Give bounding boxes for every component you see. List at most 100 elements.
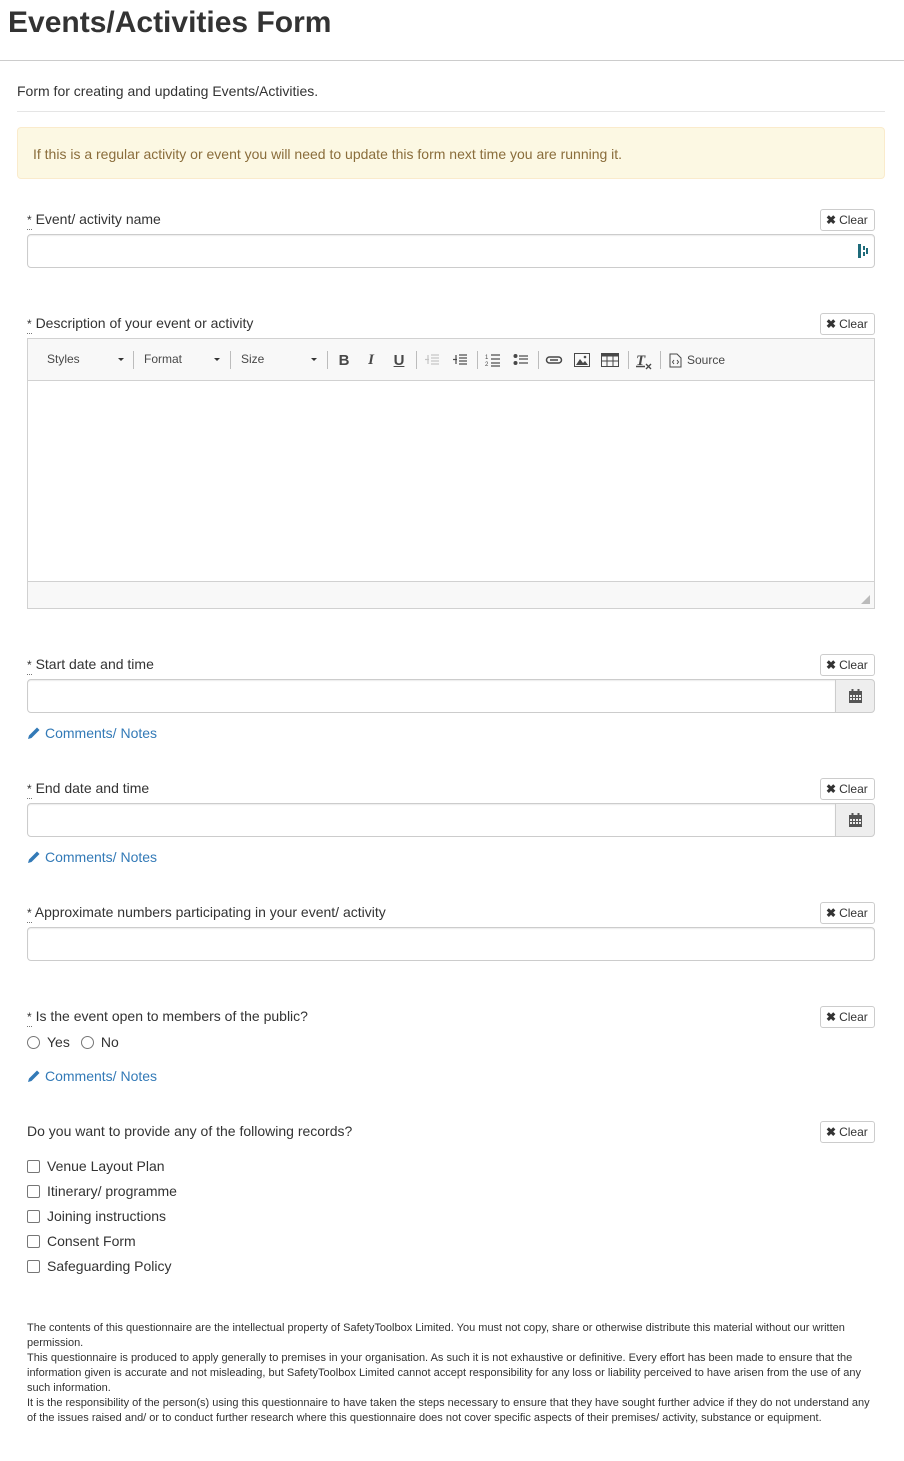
required-marker: *: [27, 658, 32, 672]
svg-text:2: 2: [485, 362, 489, 368]
clear-start-date-button[interactable]: ✖ Clear: [820, 654, 875, 676]
editor-toolbar: Styles Format Size B I U 1 2 T Source: [28, 339, 874, 381]
end-date-label: * End date and time: [27, 780, 150, 796]
event-name-input[interactable]: [28, 235, 874, 267]
end-date-input[interactable]: [28, 804, 835, 836]
bulleted-list-icon[interactable]: [513, 350, 529, 370]
svg-text:1: 1: [485, 355, 489, 361]
caret-down-icon: [311, 358, 317, 361]
records-label: Do you want to provide any of the follow…: [27, 1123, 353, 1139]
start-date-picker-button[interactable]: [835, 679, 875, 713]
calendar-icon: [848, 813, 862, 827]
records-option[interactable]: Venue Layout Plan: [27, 1157, 165, 1175]
description-label: * Description of your event or activity: [27, 315, 254, 331]
end-date-comments-link[interactable]: Comments/ Notes: [27, 848, 157, 866]
start-date-label: * Start date and time: [27, 656, 154, 672]
public-label: * Is the event open to members of the pu…: [27, 1008, 308, 1024]
close-icon: ✖: [826, 317, 837, 331]
warning-alert: If this is a regular activity or event y…: [17, 127, 885, 179]
participants-label: * Approximate numbers participating in y…: [27, 904, 386, 920]
checkbox[interactable]: [27, 1209, 40, 1223]
checkbox[interactable]: [27, 1259, 40, 1273]
checkbox[interactable]: [27, 1184, 40, 1198]
calendar-icon: [848, 689, 862, 703]
size-dropdown[interactable]: Size: [241, 350, 321, 368]
format-dropdown[interactable]: Format: [144, 350, 224, 368]
link-icon[interactable]: [545, 350, 563, 370]
page-title: Events/Activities Form: [8, 6, 332, 39]
clear-participants-button[interactable]: ✖ Clear: [820, 902, 875, 924]
pencil-icon: [28, 851, 40, 863]
resize-handle-icon[interactable]: [861, 595, 870, 604]
start-date-input[interactable]: [28, 680, 835, 712]
records-option[interactable]: Itinerary/ programme: [27, 1182, 177, 1200]
close-icon: ✖: [826, 1125, 837, 1139]
start-date-comments-link[interactable]: Comments/ Notes: [27, 724, 157, 742]
bold-icon[interactable]: B: [336, 350, 352, 370]
underline-icon[interactable]: U: [391, 350, 407, 370]
start-date-field[interactable]: [27, 679, 836, 713]
radio-button[interactable]: [27, 1035, 40, 1049]
checkbox[interactable]: [27, 1234, 40, 1248]
event-name-label: * Event/ activity name: [27, 211, 161, 227]
clear-description-button[interactable]: ✖ Clear: [820, 313, 875, 335]
required-marker: *: [27, 213, 32, 227]
end-date-field[interactable]: [27, 803, 836, 837]
legal-footer: The contents of this questionnaire are t…: [27, 1321, 877, 1426]
page-header: Events/Activities Form: [0, 0, 904, 61]
close-icon: ✖: [826, 782, 837, 796]
participants-field[interactable]: [27, 927, 875, 961]
table-icon[interactable]: [601, 350, 619, 370]
toolbar-separator: [538, 351, 539, 369]
close-icon: ✖: [826, 1010, 837, 1024]
close-icon: ✖: [826, 658, 837, 672]
close-icon: ✖: [826, 213, 837, 227]
toolbar-separator: [230, 351, 231, 369]
copyright-notice: The contents of this questionnaire are t…: [27, 1322, 845, 1349]
event-name-field[interactable]: [27, 234, 875, 268]
public-option-yes[interactable]: Yes: [27, 1033, 70, 1051]
records-option[interactable]: Joining instructions: [27, 1207, 166, 1225]
remove-format-icon[interactable]: T: [635, 350, 653, 370]
italic-icon[interactable]: I: [363, 350, 379, 370]
participants-input[interactable]: [28, 928, 874, 960]
radio-button[interactable]: [80, 1035, 94, 1049]
records-option[interactable]: Consent Form: [27, 1232, 136, 1250]
toolbar-separator: [416, 351, 417, 369]
styles-dropdown[interactable]: Styles: [47, 350, 127, 368]
start-date-group: [27, 679, 875, 713]
editor-content-area[interactable]: [28, 382, 874, 581]
end-date-group: [27, 803, 875, 837]
password-manager-icon[interactable]: [858, 244, 868, 258]
toolbar-separator: [628, 351, 629, 369]
numbered-list-icon[interactable]: 1 2: [485, 350, 501, 370]
outdent-icon[interactable]: [424, 350, 440, 370]
clear-public-button[interactable]: ✖ Clear: [820, 1006, 875, 1028]
editor-footer: [28, 581, 874, 608]
toolbar-separator: [133, 351, 134, 369]
toolbar-separator: [660, 351, 661, 369]
public-option-no[interactable]: No: [80, 1033, 119, 1051]
public-radio-group: Yes No: [27, 1033, 130, 1051]
records-option[interactable]: Safeguarding Policy: [27, 1257, 172, 1275]
required-marker: *: [27, 1010, 32, 1024]
source-icon: [669, 353, 682, 367]
end-date-picker-button[interactable]: [835, 803, 875, 837]
clear-event-name-button[interactable]: ✖ Clear: [820, 209, 875, 231]
public-comments-link[interactable]: Comments/ Notes: [27, 1067, 157, 1085]
checkbox[interactable]: [27, 1159, 40, 1173]
pencil-icon: [28, 727, 40, 739]
indent-icon[interactable]: [452, 350, 468, 370]
image-icon[interactable]: [574, 350, 590, 370]
caret-down-icon: [118, 358, 124, 361]
caret-down-icon: [214, 358, 220, 361]
disclaimer: This questionnaire is produced to apply …: [27, 1352, 862, 1394]
required-marker: *: [27, 782, 32, 796]
source-button[interactable]: Source: [669, 350, 725, 370]
clear-end-date-button[interactable]: ✖ Clear: [820, 778, 875, 800]
required-marker: *: [27, 906, 32, 920]
pencil-icon: [28, 1070, 40, 1082]
close-icon: ✖: [826, 906, 837, 920]
clear-records-button[interactable]: ✖ Clear: [820, 1121, 875, 1143]
form-description: Form for creating and updating Events/Ac…: [17, 82, 885, 112]
